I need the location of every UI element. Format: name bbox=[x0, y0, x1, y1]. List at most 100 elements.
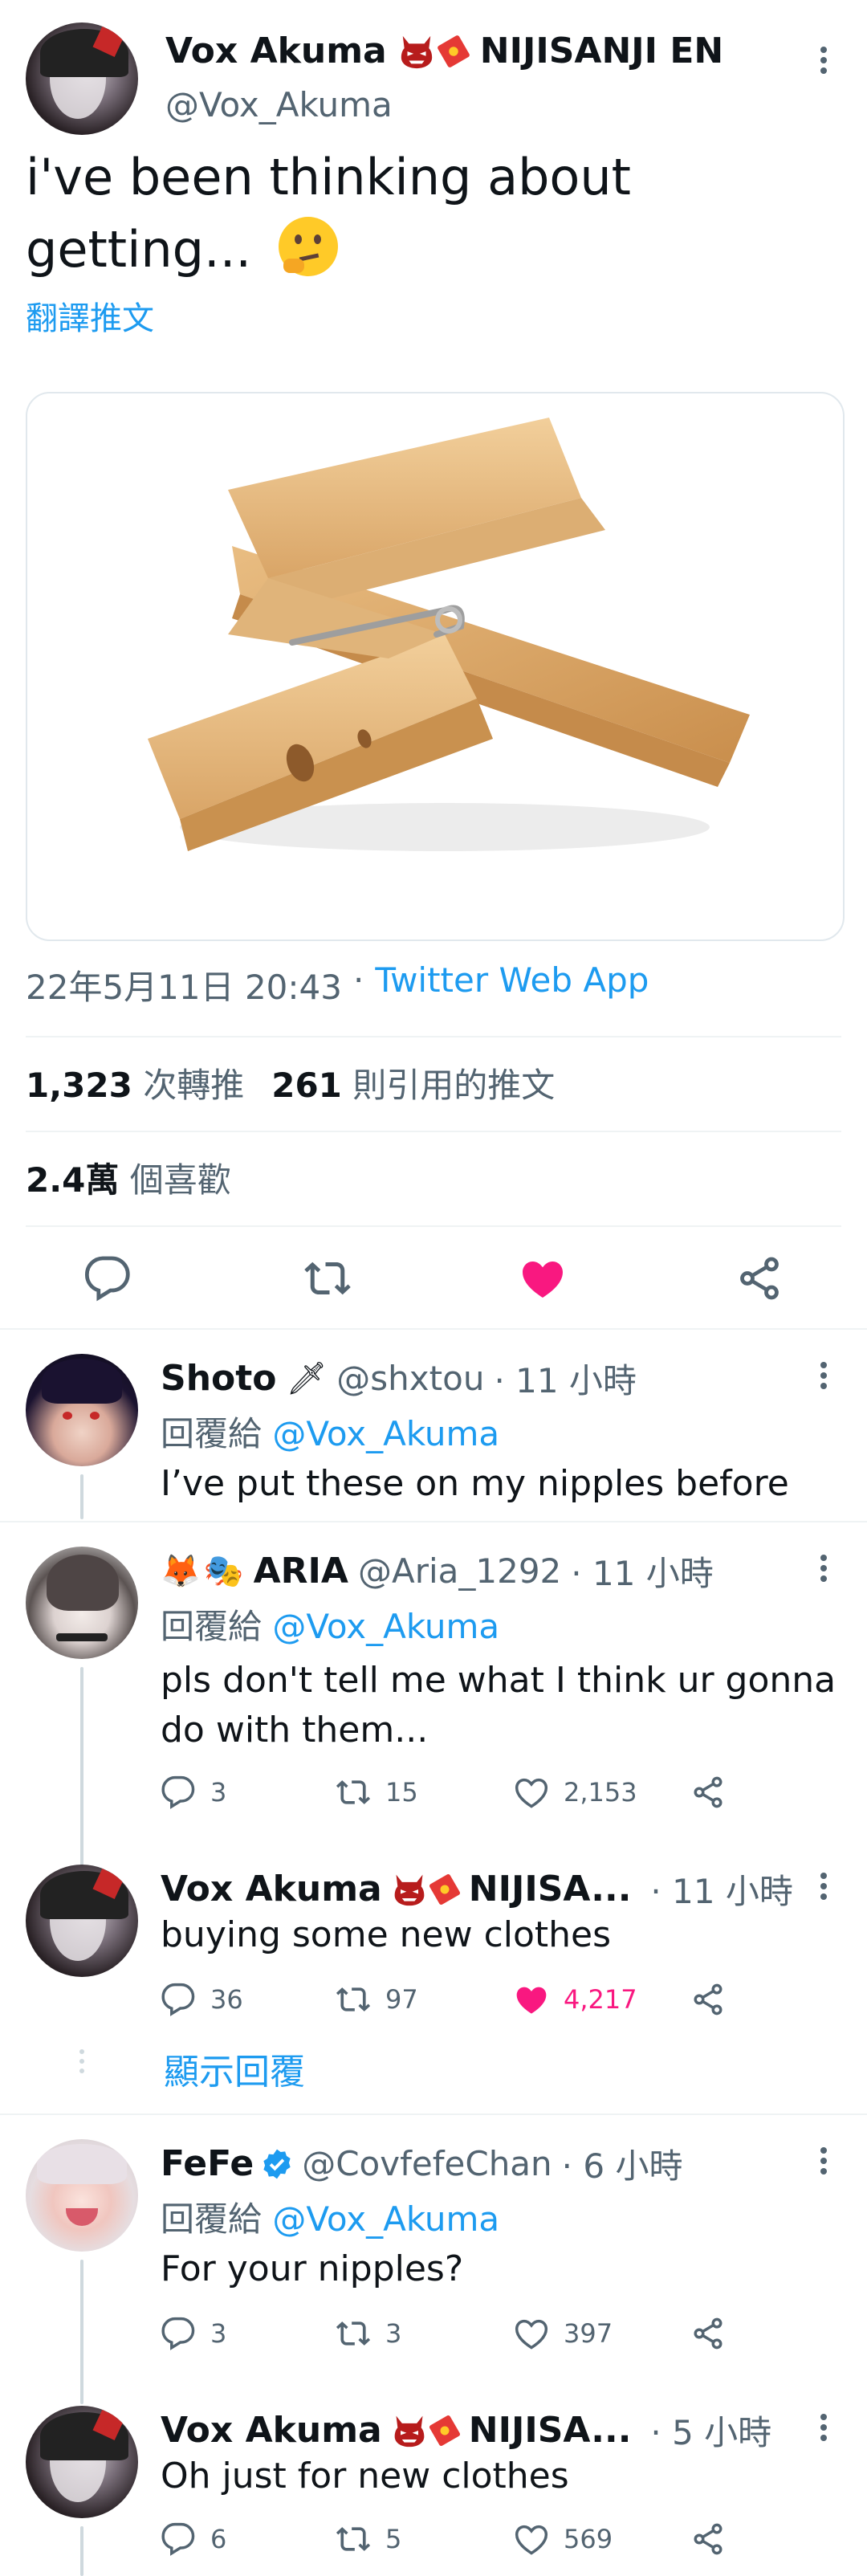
thread-line bbox=[80, 2526, 83, 2576]
author-avatar[interactable] bbox=[26, 22, 138, 135]
translate-tweet-link[interactable]: 翻譯推文 bbox=[26, 292, 154, 339]
share-icon bbox=[690, 1775, 726, 1810]
retweet-action[interactable]: 3 bbox=[336, 2316, 401, 2351]
replying-to-handle[interactable]: @Vox_Akuma bbox=[272, 1607, 499, 1646]
tweet-timestamp[interactable]: 22年5月11日 20:43 bbox=[26, 960, 342, 1009]
share-icon bbox=[690, 1982, 726, 2017]
reply-count: 6 bbox=[210, 2524, 227, 2554]
reply-action[interactable]: 3 bbox=[161, 2316, 226, 2351]
reply-time[interactable]: · 6 小時 bbox=[562, 2139, 683, 2188]
verified-badge-icon bbox=[263, 2149, 291, 2179]
reply-handle[interactable]: @shxtou bbox=[336, 1359, 484, 1398]
retweet-action[interactable]: 15 bbox=[336, 1775, 418, 1810]
clothespin-image bbox=[148, 418, 750, 851]
reply-time[interactable]: · 11 小時 bbox=[571, 1547, 714, 1596]
retweets-label: 次轉推 bbox=[143, 1066, 245, 1105]
share-action[interactable] bbox=[690, 2521, 740, 2557]
reply-name[interactable]: FeFe bbox=[161, 2143, 254, 2184]
reply-action[interactable]: 36 bbox=[161, 1982, 243, 2017]
more-options-icon[interactable] bbox=[819, 2414, 828, 2445]
divider bbox=[0, 2113, 867, 2115]
divider bbox=[0, 1521, 867, 1522]
retweet-icon bbox=[336, 2316, 371, 2351]
more-options-icon[interactable] bbox=[819, 1873, 828, 1904]
reply-name[interactable]: Vox Akuma bbox=[161, 2410, 382, 2451]
more-options-icon[interactable] bbox=[819, 2147, 828, 2179]
author-handle[interactable]: @Vox_Akuma bbox=[165, 85, 393, 124]
reply-icon[interactable] bbox=[83, 1254, 132, 1302]
reply-handle[interactable]: @Aria_1292 bbox=[358, 1551, 561, 1591]
reply-header: Vox Akuma NIJISA... · 5 小時 bbox=[161, 2406, 771, 2455]
like-count: 4,217 bbox=[564, 1984, 637, 2015]
reply-name[interactable]: Shoto bbox=[161, 1358, 277, 1399]
replying-to: 回覆給 @Vox_Akuma bbox=[161, 1407, 499, 1456]
reply-time[interactable]: · 11 小時 bbox=[494, 1354, 637, 1403]
retweet-icon[interactable] bbox=[303, 1254, 352, 1302]
like-action[interactable]: 4,217 bbox=[514, 1982, 637, 2017]
reply-avatar-vox[interactable] bbox=[26, 1865, 138, 1977]
like-action[interactable]: 397 bbox=[514, 2316, 613, 2351]
reply-avatar-aria[interactable] bbox=[26, 1547, 138, 1659]
share-icon bbox=[690, 2316, 726, 2351]
replying-to: 回覆給 @Vox_Akuma bbox=[161, 1600, 499, 1649]
reply-time[interactable]: · 5 小時 bbox=[650, 2406, 771, 2455]
reply-action[interactable]: 6 bbox=[161, 2521, 226, 2557]
reply-header: Vox Akuma NIJISA... · 11 小時 bbox=[161, 1865, 793, 1914]
dagger-icon: 🗡 bbox=[286, 1360, 328, 1397]
liked-heart-icon[interactable] bbox=[519, 1254, 567, 1302]
retweet-count: 5 bbox=[385, 2524, 402, 2554]
like-action[interactable]: 569 bbox=[514, 2521, 613, 2557]
tweet-source-link[interactable]: Twitter Web App bbox=[375, 960, 649, 1009]
reply-count: 36 bbox=[210, 1984, 243, 2015]
author-name-row[interactable]: Vox Akuma NIJISANJI EN bbox=[165, 31, 723, 71]
reply-time[interactable]: · 11 小時 bbox=[650, 1865, 793, 1914]
replying-to: 回覆給 @Vox_Akuma bbox=[161, 2192, 499, 2241]
reply-avatar-vox[interactable] bbox=[26, 2406, 138, 2518]
share-action[interactable] bbox=[690, 1775, 740, 1810]
heart-icon bbox=[514, 2316, 549, 2351]
retweet-action[interactable]: 5 bbox=[336, 2521, 401, 2557]
red-envelope-icon bbox=[427, 1872, 462, 1907]
show-replies-link[interactable]: 顯示回覆 bbox=[164, 2043, 305, 2094]
reply-header: Shoto 🗡 @shxtou · 11 小時 bbox=[161, 1354, 637, 1403]
like-count: 397 bbox=[564, 2318, 613, 2349]
red-envelope-icon bbox=[435, 33, 472, 70]
reply-icon bbox=[161, 2316, 196, 2351]
reply-handle[interactable]: @CovfefeChan bbox=[302, 2144, 552, 2183]
more-options-icon[interactable] bbox=[819, 47, 828, 78]
reply-avatar-fefe[interactable] bbox=[26, 2139, 138, 2252]
reply-icon bbox=[161, 2521, 196, 2557]
replying-to-handle[interactable]: @Vox_Akuma bbox=[272, 2199, 499, 2239]
like-action[interactable]: 2,153 bbox=[514, 1775, 637, 1810]
retweet-action[interactable]: 97 bbox=[336, 1982, 418, 2017]
quote-stat[interactable]: 261 則引用的推文 bbox=[271, 1058, 555, 1107]
thread-line bbox=[80, 1667, 83, 1868]
reply-avatar-shoto[interactable] bbox=[26, 1354, 138, 1466]
quotes-count: 261 bbox=[271, 1066, 342, 1105]
reply-icon bbox=[161, 1982, 196, 2017]
reply-text: pls don't tell me what I think ur gonna … bbox=[161, 1656, 836, 1755]
retweet-count: 3 bbox=[385, 2318, 402, 2349]
more-options-icon[interactable] bbox=[819, 1362, 828, 1393]
tweet-meta: 22年5月11日 20:43 · Twitter Web App bbox=[26, 960, 649, 1009]
share-action[interactable] bbox=[690, 2316, 740, 2351]
share-action[interactable] bbox=[690, 1982, 740, 2017]
like-stat[interactable]: 2.4萬 個喜歡 bbox=[26, 1153, 231, 1202]
reply-action[interactable]: 3 bbox=[161, 1775, 226, 1810]
demon-emoji-icon bbox=[392, 2413, 427, 2448]
replying-to-prefix: 回覆給 bbox=[161, 2199, 263, 2239]
red-envelope-icon bbox=[427, 2413, 462, 2448]
retweet-stat[interactable]: 1,323 次轉推 bbox=[26, 1058, 244, 1107]
thread-line bbox=[80, 2260, 83, 2404]
share-icon[interactable] bbox=[735, 1254, 784, 1302]
like-count: 2,153 bbox=[564, 1777, 637, 1808]
reply-name[interactable]: ARIA bbox=[254, 1551, 348, 1592]
demon-emoji-icon bbox=[392, 1872, 427, 1907]
reply-name[interactable]: Vox Akuma bbox=[161, 1869, 382, 1910]
replying-to-handle[interactable]: @Vox_Akuma bbox=[272, 1414, 499, 1453]
tweet-media-image[interactable] bbox=[26, 392, 845, 941]
author-display-name[interactable]: Vox Akuma bbox=[165, 31, 387, 71]
more-options-icon[interactable] bbox=[819, 1555, 828, 1586]
author-name-suffix: NIJISANJI EN bbox=[479, 31, 724, 71]
reply-count: 3 bbox=[210, 1777, 227, 1808]
